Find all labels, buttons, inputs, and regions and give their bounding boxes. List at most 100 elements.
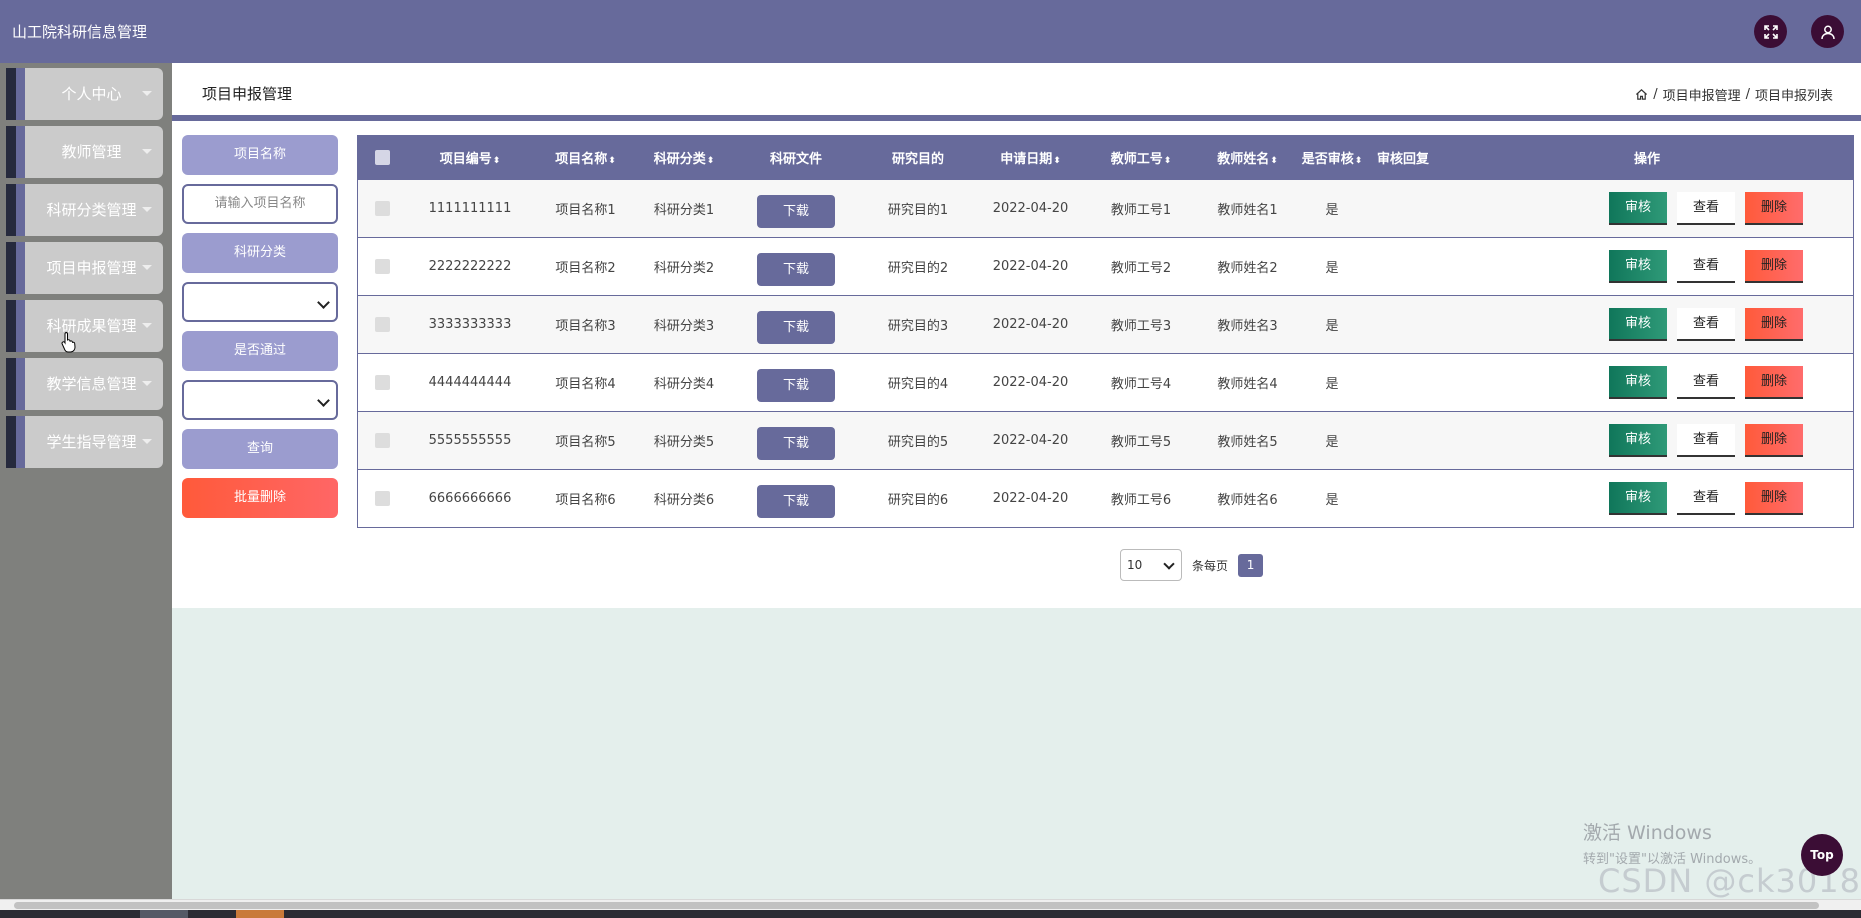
audit-button[interactable]: 审核 [1609,481,1667,515]
sidebar-item-label: 科研分类管理 [46,201,137,219]
top-bar: 山工院科研信息管理 [0,0,1861,63]
delete-button[interactable]: 删除 [1745,307,1803,341]
cell-actions: 审核 查看 删除 [1441,353,1853,411]
hand-cursor-icon [61,332,76,353]
column-header-name[interactable]: 项目名称⬍ [534,136,637,179]
row-checkbox[interactable] [374,200,390,216]
user-button[interactable] [1811,15,1844,48]
row-select-cell[interactable] [358,179,406,237]
audit-button[interactable]: 审核 [1609,423,1667,457]
table-row: 4444444444 项目名称4 科研分类4 下载 研究目的4 2022-04-20 教师工… [358,353,1853,411]
column-header-date[interactable]: 申请日期⬍ [975,136,1086,179]
sidebar-item-project-application[interactable]: 项目申报管理 [6,242,163,294]
taskbar-app[interactable] [140,910,188,918]
sidebar-item-label: 教师管理 [61,143,122,161]
cell-date: 2022-04-20 [992,316,1069,332]
row-checkbox[interactable] [374,316,390,332]
search-panel: 项目名称 请输入项目名称 科研分类 是否通过 查询 批量删除 [182,135,338,527]
view-button[interactable]: 查看 [1677,191,1735,225]
breadcrumb-item[interactable]: 项目申报管理 [1663,85,1741,104]
audit-button[interactable]: 审核 [1609,365,1667,399]
download-button[interactable]: 下载 [757,484,835,518]
row-checkbox[interactable] [374,258,390,274]
category-label: 科研分类 [182,233,338,273]
sidebar-item-teaching-info[interactable]: 教学信息管理 [6,358,163,410]
download-button[interactable]: 下载 [757,426,835,460]
home-icon[interactable] [1635,88,1648,101]
view-button[interactable]: 查看 [1677,423,1735,457]
select-all-header[interactable] [358,136,406,179]
sidebar-item-research-category[interactable]: 科研分类管理 [6,184,163,236]
search-button[interactable]: 查询 [182,429,338,469]
select-all-checkbox[interactable] [374,149,390,165]
column-header-teacher-name[interactable]: 教师姓名⬍ [1196,136,1299,179]
download-button[interactable]: 下载 [757,310,835,344]
row-checkbox[interactable] [374,432,390,448]
delete-button[interactable]: 删除 [1745,191,1803,225]
row-actions: 审核 查看 删除 [1441,365,1853,399]
cell-teacher-no: 教师工号1 [1110,202,1172,218]
cell-actions: 审核 查看 删除 [1441,469,1853,527]
cell-date: 2022-04-20 [992,490,1069,506]
sidebar-item-personal-center[interactable]: 个人中心 [6,68,163,120]
sidebar-item-teacher[interactable]: 教师管理 [6,126,163,178]
download-button[interactable]: 下载 [757,252,835,286]
back-to-top-button[interactable]: Top [1801,834,1843,876]
project-name-input[interactable]: 请输入项目名称 [182,184,338,224]
table-header-row: 项目编号⬍ 项目名称⬍ 科研分类⬍ 科研文件 研究目的 申请日期⬍ 教师工号⬍ … [358,136,1853,179]
view-button[interactable]: 查看 [1677,365,1735,399]
cell-id: 6666666666 [428,490,512,506]
column-header-reply: 审核回复 [1376,151,1429,167]
cell-reply [1365,411,1441,469]
view-button[interactable]: 查看 [1677,481,1735,515]
page-size-select[interactable]: 10 [1120,549,1182,581]
column-header-teacher-no[interactable]: 教师工号⬍ [1086,136,1196,179]
app-title: 山工院科研信息管理 [12,23,148,41]
cell-file: 下载 [731,237,861,295]
category-select[interactable] [182,282,338,322]
download-button[interactable]: 下载 [757,194,835,228]
download-button[interactable]: 下载 [757,368,835,402]
column-header-audited[interactable]: 是否审核⬍ [1299,136,1365,179]
cell-date: 2022-04-20 [992,374,1069,390]
fullscreen-button[interactable] [1754,15,1787,48]
windows-activation-watermark: 激活 Windows 转到"设置"以激活 Windows。 [1583,818,1761,867]
view-button[interactable]: 查看 [1677,249,1735,283]
horizontal-scrollbar[interactable] [0,899,1861,910]
taskbar-app[interactable] [236,910,284,918]
sidebar-item-student-guidance[interactable]: 学生指导管理 [6,416,163,468]
row-select-cell[interactable] [358,237,406,295]
cell-purpose: 研究目的2 [887,260,949,276]
cell-purpose: 研究目的3 [887,318,949,334]
delete-button[interactable]: 删除 [1745,365,1803,399]
cell-purpose: 研究目的6 [887,492,949,508]
row-select-cell[interactable] [358,353,406,411]
page-header: 项目申报管理 / 项目申报管理 / 项目申报列表 [172,63,1861,121]
audit-button[interactable]: 审核 [1609,307,1667,341]
cell-actions: 审核 查看 删除 [1441,237,1853,295]
batch-delete-button[interactable]: 批量删除 [182,478,338,518]
column-header-id[interactable]: 项目编号⬍ [406,136,534,179]
row-checkbox[interactable] [374,374,390,390]
sidebar-item-research-results[interactable]: 科研成果管理 [6,300,163,352]
row-select-cell[interactable] [358,469,406,527]
delete-button[interactable]: 删除 [1745,423,1803,457]
passed-label: 是否通过 [182,331,338,371]
table-row: 6666666666 项目名称6 科研分类6 下载 研究目的6 2022-04-20 教师工… [358,469,1853,527]
row-select-cell[interactable] [358,411,406,469]
audit-button[interactable]: 审核 [1609,249,1667,283]
cell-actions: 审核 查看 删除 [1441,295,1853,353]
breadcrumb-item-current: 项目申报列表 [1754,89,1833,104]
audit-button[interactable]: 审核 [1609,191,1667,225]
column-header-category[interactable]: 科研分类⬍ [637,136,731,179]
view-button[interactable]: 查看 [1677,307,1735,341]
sort-icon: ⬍ [1270,155,1278,166]
row-select-cell[interactable] [358,295,406,353]
scrollbar-thumb[interactable] [14,902,1819,909]
caret-down-icon [142,149,152,154]
passed-select[interactable] [182,380,338,420]
delete-button[interactable]: 删除 [1745,481,1803,515]
row-checkbox[interactable] [374,490,390,506]
page-number-button[interactable]: 1 [1238,553,1264,577]
delete-button[interactable]: 删除 [1745,249,1803,283]
